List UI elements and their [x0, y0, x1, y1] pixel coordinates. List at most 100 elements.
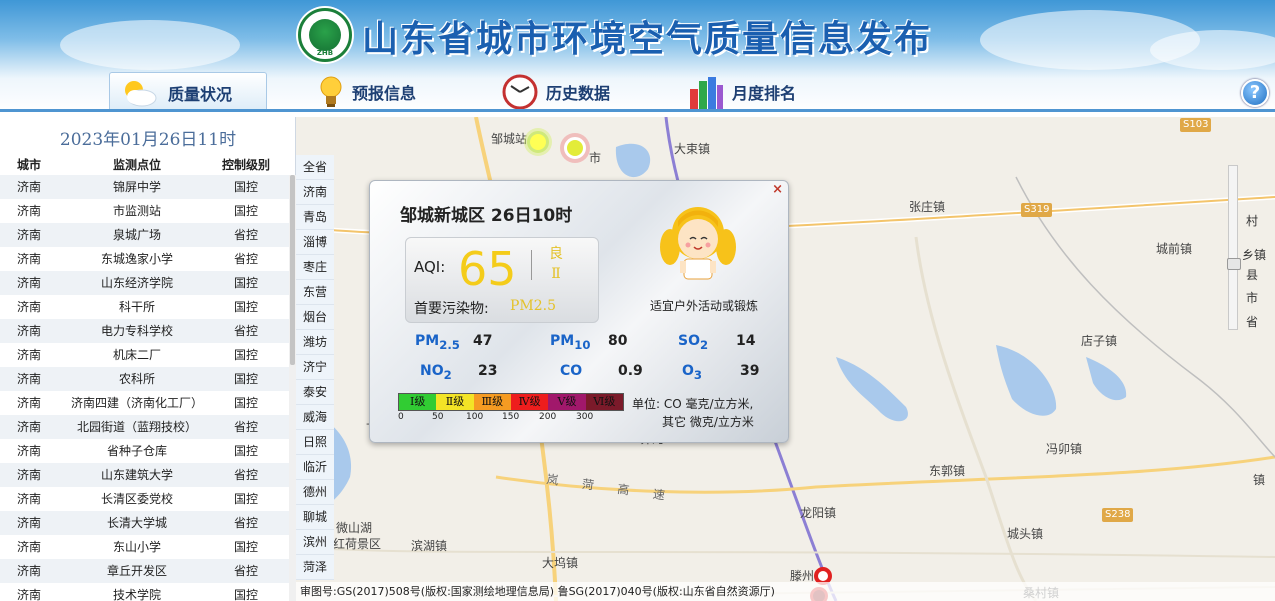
station-site: 长清大学城 — [106, 516, 167, 530]
map-place-label: 大坞镇 — [542, 556, 579, 570]
city-filter-item[interactable]: 济南 — [296, 180, 334, 205]
station-marker-selected[interactable] — [564, 137, 586, 159]
station-level: 省控 — [233, 516, 258, 530]
tab-monthly-ranking[interactable]: 月度排名 — [678, 72, 806, 112]
station-level: 省控 — [233, 252, 258, 266]
station-row[interactable]: 济南 科干所 国控 — [0, 295, 289, 319]
station-row[interactable]: 济南 长清大学城 省控 — [0, 511, 289, 535]
station-row[interactable]: 济南 山东经济学院 国控 — [0, 271, 289, 295]
pollutant-symbol: CO — [560, 363, 583, 379]
map-place-label: 滨湖镇 — [411, 539, 448, 553]
zoom-handle[interactable] — [1227, 258, 1241, 270]
tab-quality-status[interactable]: 质量状况 — [109, 72, 267, 112]
city-filter-item[interactable]: 滨州 — [296, 530, 334, 555]
popup-title: 邹城新城区 26日10时 — [400, 206, 573, 226]
pollutant-subscript: 2 — [443, 367, 452, 382]
zoom-label-city[interactable]: 市 — [1246, 289, 1258, 306]
close-icon[interactable]: × — [772, 182, 783, 197]
cloud-sun-icon — [125, 80, 157, 106]
station-level: 国控 — [233, 444, 258, 458]
station-row[interactable]: 济南 技术学院 国控 — [0, 583, 289, 601]
zoom-slider[interactable] — [1227, 165, 1241, 330]
station-row[interactable]: 济南 北园街道（蓝翔技校） 省控 — [0, 415, 289, 439]
city-filter-item[interactable]: 威海 — [296, 405, 334, 430]
scroll-thumb[interactable] — [290, 175, 295, 365]
station-row[interactable]: 济南 济南四建（济南化工厂） 国控 — [0, 391, 289, 415]
city-filter-item[interactable]: 泰安 — [296, 380, 334, 405]
map-place-label: 邹城站 — [491, 132, 528, 146]
station-site: 山东建筑大学 — [100, 468, 173, 482]
station-site: 科干所 — [118, 300, 155, 314]
road-number-badge: S319 — [1021, 203, 1053, 217]
station-level: 国控 — [233, 372, 258, 386]
station-row[interactable]: 济南 东城逸家小学 省控 — [0, 247, 289, 271]
station-site: 机床二厂 — [112, 348, 161, 362]
zoom-label-county[interactable]: 县 — [1246, 266, 1258, 283]
city-filter-item[interactable]: 烟台 — [296, 305, 334, 330]
aqi-divider — [531, 250, 532, 280]
zoom-label-village[interactable]: 村 — [1246, 212, 1258, 229]
map-place-label: 城头镇 — [1007, 527, 1044, 541]
city-filter-item[interactable]: 枣庄 — [296, 255, 334, 280]
pollutant-value: 14 — [736, 333, 756, 349]
station-row[interactable]: 济南 电力专科学校 省控 — [0, 319, 289, 343]
station-panel: 2023年01月26日11时 城市 监测点位 控制级别 济南 锦屏中学 国控 济南 市监… — [0, 117, 296, 601]
station-level: 国控 — [233, 588, 258, 601]
city-filter-item[interactable]: 全省 — [296, 155, 334, 180]
legend-tick: 50 — [432, 412, 444, 422]
station-row[interactable]: 济南 省种子仓库 国控 — [0, 439, 289, 463]
station-city: 济南 — [16, 564, 41, 578]
station-city: 济南 — [16, 444, 41, 458]
city-filter-item[interactable]: 东营 — [296, 280, 334, 305]
col-site: 监测点位 — [112, 158, 161, 172]
map-place-label: 城前镇 — [1156, 242, 1193, 256]
city-filter-item[interactable]: 淄博 — [296, 230, 334, 255]
city-filter-item[interactable]: 济宁 — [296, 355, 334, 380]
lightbulb-icon — [320, 76, 342, 107]
station-row[interactable]: 济南 市监测站 国控 — [0, 199, 289, 223]
station-row[interactable]: 济南 东山小学 国控 — [0, 535, 289, 559]
city-filter-item[interactable]: 临沂 — [296, 455, 334, 480]
map-place-label: 店子镇 — [1081, 334, 1118, 348]
pollutant-value: 39 — [740, 363, 760, 379]
logo-emblem — [309, 19, 341, 51]
nav-divider — [0, 109, 1275, 112]
city-filter-item[interactable]: 日照 — [296, 430, 334, 455]
station-row[interactable]: 济南 泉城广场 省控 — [0, 223, 289, 247]
tab-forecast[interactable]: 预报信息 — [308, 72, 426, 112]
city-filter-list: 全省 济南 青岛 淄博 枣庄 东营 烟台 潍坊 济宁 泰安 威海 日照 临沂 德州 聊城 滨州 菏泽 — [296, 155, 334, 580]
station-site: 技术学院 — [112, 588, 161, 601]
primary-pollutant-label: 首要污染物: — [414, 301, 489, 317]
pollutant-name: PM2.5 — [415, 333, 460, 352]
city-filter-item[interactable]: 德州 — [296, 480, 334, 505]
station-site: 北园街道（蓝翔技校） — [76, 420, 197, 434]
city-filter-item[interactable]: 菏泽 — [296, 555, 334, 580]
station-city: 济南 — [16, 492, 41, 506]
tab-history[interactable]: 历史数据 — [492, 72, 620, 112]
station-row[interactable]: 济南 机床二厂 国控 — [0, 343, 289, 367]
pollutant-name: SO2 — [678, 333, 708, 352]
city-filter-item[interactable]: 聊城 — [296, 505, 334, 530]
city-filter-item[interactable]: 潍坊 — [296, 330, 334, 355]
pollutant-reading: SO2 14 — [678, 333, 755, 352]
header-cloud — [1150, 30, 1275, 70]
station-row[interactable]: 济南 章丘开发区 省控 — [0, 559, 289, 583]
station-marker[interactable] — [527, 131, 549, 153]
aqi-grade-text: 良 — [549, 246, 563, 262]
data-datetime: 2023年01月26日11时 — [59, 130, 237, 150]
station-row[interactable]: 济南 山东建筑大学 省控 — [0, 463, 289, 487]
station-row[interactable]: 济南 农科所 国控 — [0, 367, 289, 391]
station-scrollbar[interactable] — [289, 175, 296, 601]
city-filter-item[interactable]: 青岛 — [296, 205, 334, 230]
legend-tick: 0 — [398, 412, 404, 422]
station-row[interactable]: 济南 长清区委党校 国控 — [0, 487, 289, 511]
station-site: 省种子仓库 — [106, 444, 167, 458]
clock-icon — [502, 74, 538, 110]
zoom-label-province[interactable]: 省 — [1246, 313, 1258, 330]
legend-tick: 150 — [502, 412, 520, 422]
station-site: 东城逸家小学 — [100, 252, 173, 266]
lake — [836, 357, 908, 422]
zoom-label-town[interactable]: 乡镇 — [1242, 246, 1266, 263]
station-row[interactable]: 济南 锦屏中学 国控 — [0, 175, 289, 199]
help-button[interactable]: ? — [1241, 79, 1269, 107]
